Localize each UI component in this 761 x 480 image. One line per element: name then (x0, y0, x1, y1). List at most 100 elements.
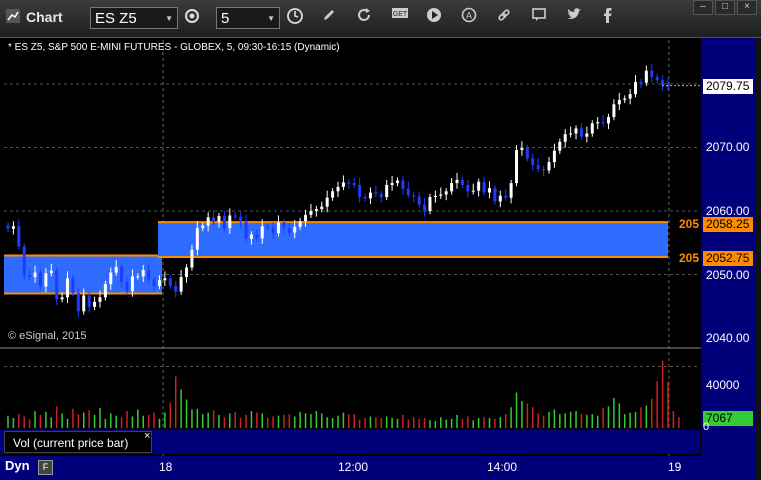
candle-body (352, 183, 356, 185)
candle-body (590, 123, 594, 134)
candle-body (239, 216, 243, 222)
candle-body (44, 273, 48, 287)
candle-body (601, 122, 605, 124)
candle-body (644, 70, 648, 83)
candle-body (504, 195, 508, 198)
time-tick-label: 19 (668, 460, 682, 474)
candle-body (71, 278, 75, 293)
candle-body (455, 179, 459, 184)
candle-body (174, 285, 178, 292)
candle-body (222, 216, 226, 229)
candle-body (331, 191, 335, 198)
zone-upper-cut-label: 205 (679, 217, 700, 231)
candle-body (487, 188, 491, 193)
candle-body (336, 186, 340, 192)
dyn-box-icon[interactable]: F (38, 460, 53, 475)
candle-body (76, 292, 80, 312)
price-chart[interactable] (0, 0, 761, 480)
candle-body (428, 197, 432, 211)
candle-body (406, 188, 410, 196)
candle-body (552, 150, 556, 163)
candle-body (639, 82, 643, 84)
candle-body (650, 70, 654, 78)
candle-body (655, 77, 659, 81)
time-tick-label: 12:00 (338, 460, 369, 474)
candle-body (574, 128, 578, 134)
candle-body (179, 277, 183, 292)
candle-body (66, 278, 70, 298)
candle-body (612, 104, 616, 118)
candle-body (287, 228, 291, 233)
candle-body (363, 197, 367, 199)
candle-body (390, 183, 394, 185)
candle-body (49, 270, 53, 274)
candle-body (569, 133, 573, 135)
volume-last-tag: 7067 (703, 411, 753, 426)
candle-body (255, 234, 259, 239)
candle-body (260, 226, 264, 239)
volume-study-label[interactable]: Vol (current price bar) (4, 431, 152, 453)
candle-body (509, 183, 513, 198)
candle-body (661, 80, 665, 86)
candle-body (309, 211, 313, 215)
candle-body (55, 270, 59, 300)
candle-body (185, 267, 189, 278)
candle-body (596, 122, 600, 124)
candle-body (114, 266, 118, 273)
candle-body (304, 214, 308, 222)
y-tick-label: 2070.00 (706, 140, 750, 154)
zone-lower-cut-label: 205 (679, 251, 700, 265)
candle-body (266, 226, 270, 228)
candle-body (103, 284, 107, 298)
candle-body (460, 179, 464, 185)
candle-body (579, 128, 583, 137)
candle-body (358, 184, 362, 198)
candle-body (271, 227, 275, 234)
candle-body (401, 180, 405, 189)
time-axis[interactable] (0, 456, 755, 480)
candle-body (563, 134, 567, 142)
candle-body (11, 226, 15, 229)
candle-body (558, 141, 562, 151)
candle-body (168, 278, 172, 286)
candle-body (206, 217, 210, 226)
candle-body (433, 195, 437, 198)
candle-body (412, 195, 416, 197)
candle-body (320, 206, 324, 210)
candle-body (233, 215, 237, 217)
candle-body (163, 278, 167, 281)
candle-body (109, 272, 113, 285)
esignal-watermark: © eSignal, 2015 (8, 330, 87, 342)
candle-body (60, 297, 64, 300)
candle-body (585, 133, 589, 137)
candle-body (141, 270, 145, 277)
volume-tick-label: 40000 (706, 378, 740, 392)
zone (158, 222, 668, 258)
candle-body (190, 249, 194, 268)
candle-body (634, 82, 638, 95)
candle-body (22, 246, 26, 276)
volume-zero-label: 0 (703, 421, 710, 433)
candle-body (628, 94, 632, 99)
candle-body (147, 270, 151, 280)
y-tick-label: 2050.00 (706, 268, 750, 282)
candle-body (33, 272, 37, 278)
candle-body (531, 158, 535, 166)
candle-body (542, 169, 546, 171)
volume-close-icon[interactable]: × (144, 430, 150, 442)
candle-body (82, 295, 86, 312)
candle-body (98, 297, 102, 302)
candle-body (130, 276, 134, 292)
last-price-tag: 2079.75 (703, 79, 753, 94)
candle-body (379, 193, 383, 198)
dyn-label[interactable]: Dyn (5, 458, 30, 473)
candle-body (249, 234, 253, 239)
candle-body (417, 196, 421, 205)
time-tick-label: 14:00 (487, 460, 518, 474)
candle-body (298, 221, 302, 227)
candle-body (493, 188, 497, 202)
candle-body (623, 98, 627, 100)
candle-body (293, 226, 297, 233)
candle-body (471, 190, 475, 192)
candle-body (17, 226, 21, 247)
